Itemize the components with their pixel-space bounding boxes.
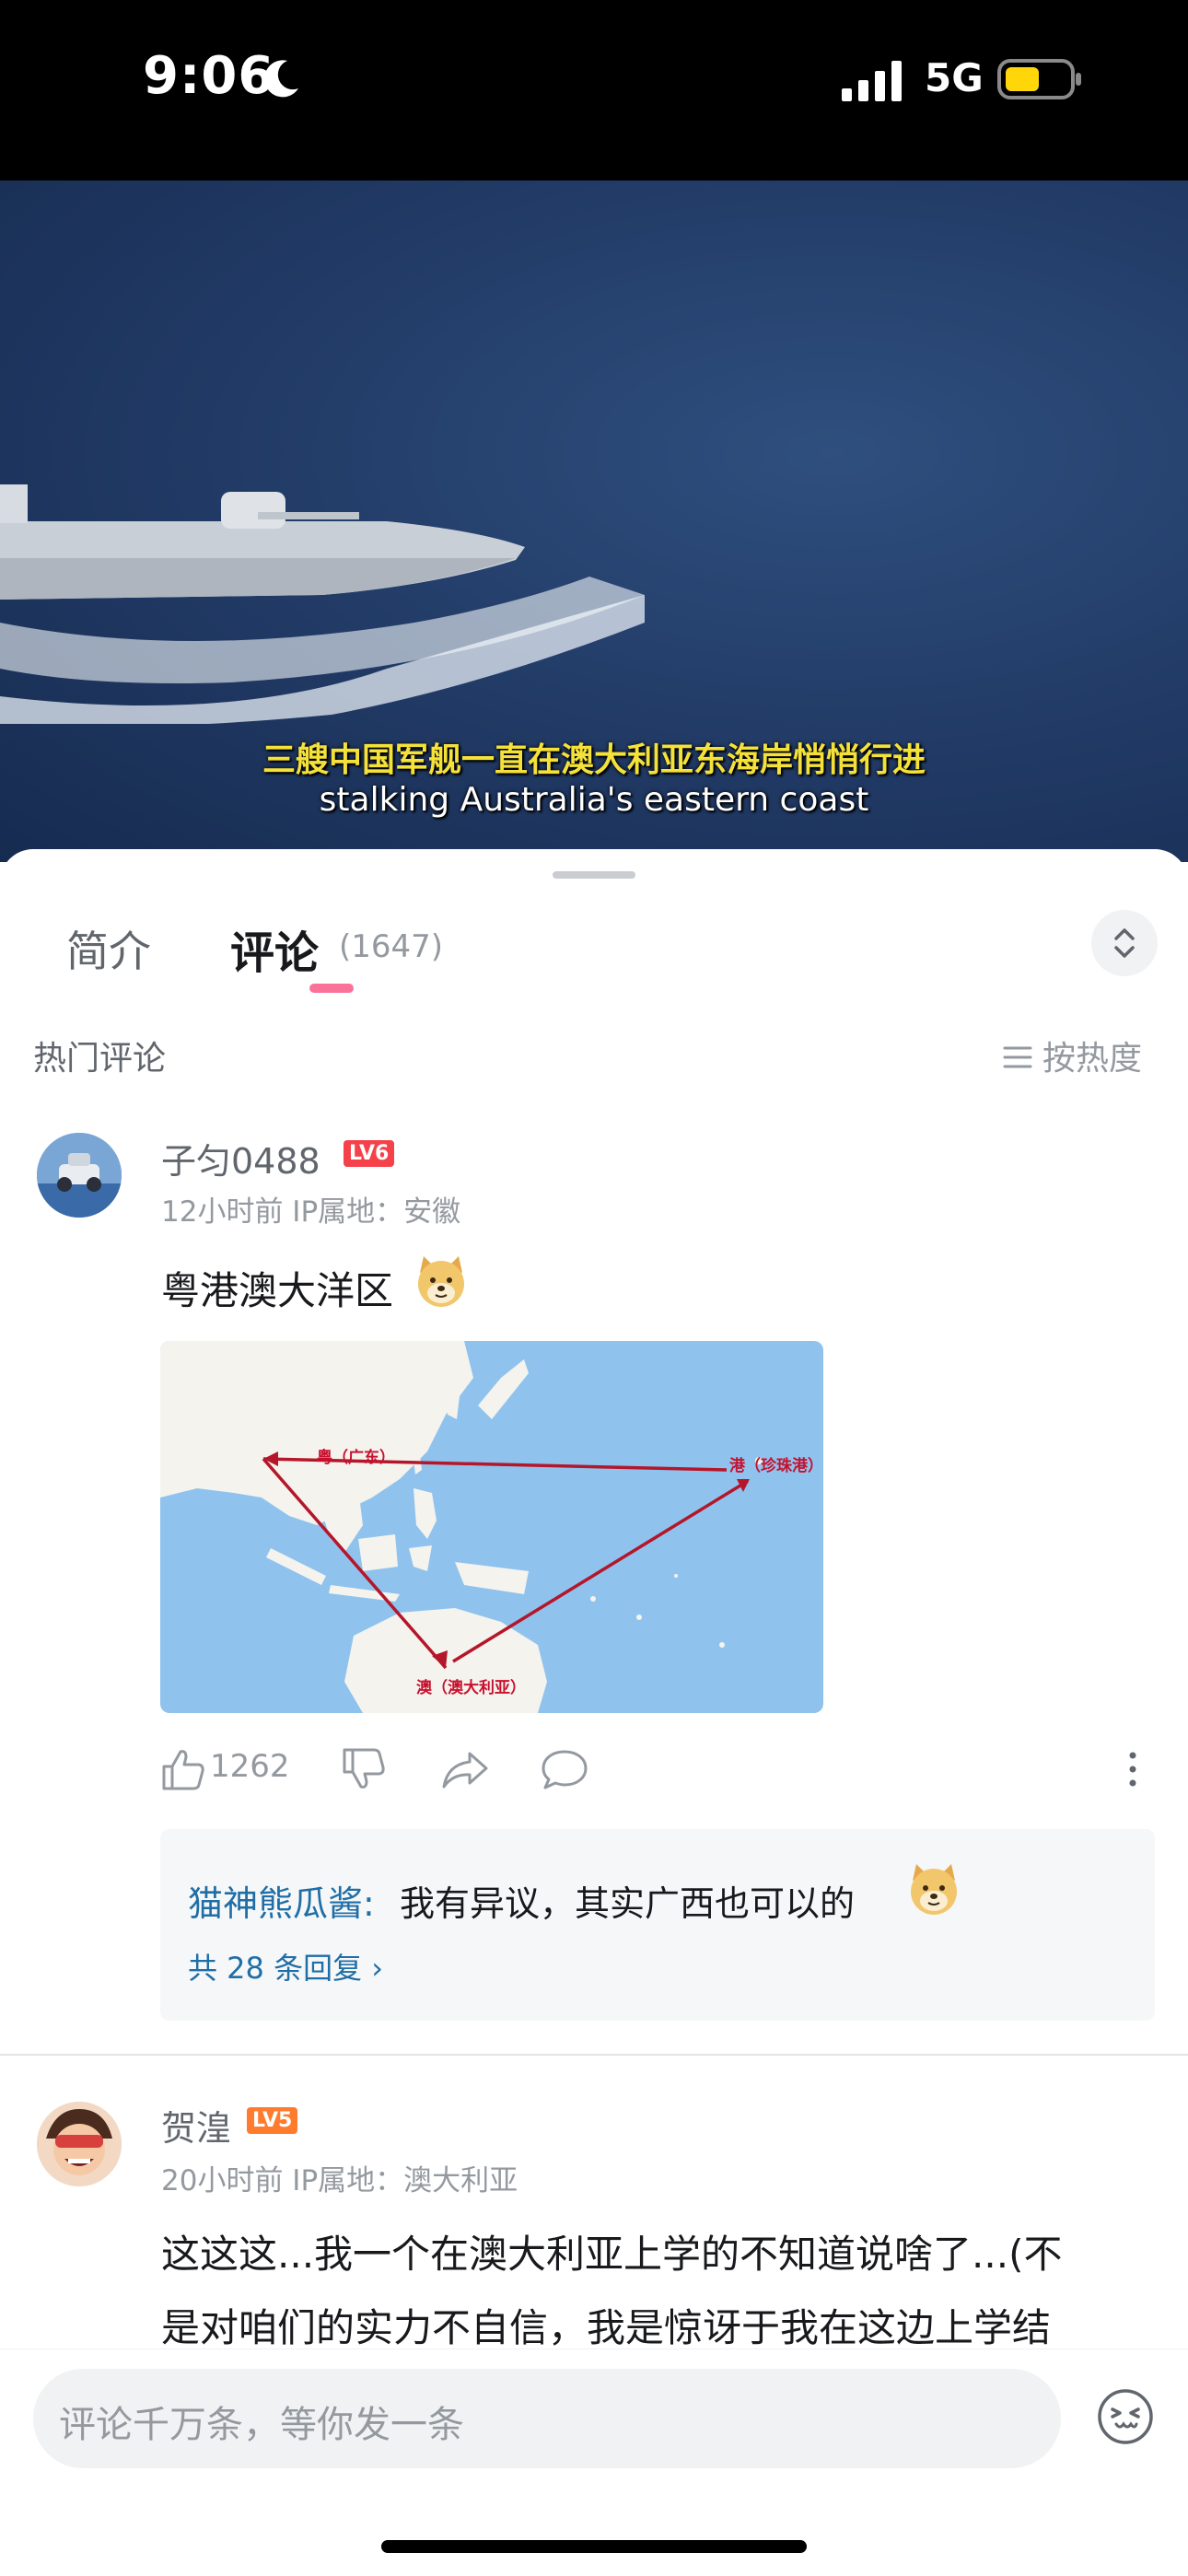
avatar[interactable] bbox=[37, 1133, 122, 1218]
view-replies-link[interactable]: 共 28 条回复 › bbox=[188, 1945, 383, 1987]
map-label-pearl-harbor: 港（珍珠港） bbox=[729, 1456, 823, 1475]
expand-collapse-button[interactable] bbox=[1091, 910, 1158, 976]
comment-image-map[interactable]: 粤（广东） 港（珍珠港） 澳（澳大利亚） bbox=[160, 1341, 823, 1713]
comment-text-line: 这这这...我一个在澳大利亚上学的不知道说啥了...(不 bbox=[161, 2232, 1063, 2277]
like-count: 1262 bbox=[210, 1748, 290, 1785]
level-badge: LV6 bbox=[344, 1140, 395, 1167]
moon-icon bbox=[264, 60, 298, 98]
comment-meta: 12小时前 IP属地：安徽 bbox=[161, 1195, 461, 1229]
chevron-updown-icon bbox=[1114, 928, 1135, 958]
signal-icon bbox=[842, 61, 902, 101]
battery-icon bbox=[997, 59, 1081, 99]
emoji-face-icon[interactable] bbox=[1096, 2387, 1155, 2446]
tab-active-indicator bbox=[309, 984, 354, 993]
share-icon[interactable] bbox=[440, 1746, 490, 1792]
status-time: 9:06 bbox=[143, 46, 275, 106]
list-icon bbox=[1002, 1042, 1033, 1073]
comment-input-placeholder[interactable]: 评论千万条，等你发一条 bbox=[59, 2395, 464, 2448]
sort-label: 按热度 bbox=[1042, 1040, 1143, 1078]
doge-emoji-icon bbox=[418, 1256, 464, 1307]
comment-count: (1647) bbox=[339, 928, 444, 965]
home-indicator[interactable] bbox=[381, 2540, 807, 2553]
network-type: 5G bbox=[925, 55, 984, 100]
subtitle-english: stalking Australia's eastern coast bbox=[319, 781, 869, 819]
reply-author[interactable]: 猫神熊瓜酱: bbox=[188, 1875, 375, 1926]
subtitle-chinese: 三艘中国军舰一直在澳大利亚东海岸悄悄行进 bbox=[262, 741, 926, 779]
comment-text-line: 是对咱们的实力不自信，我是惊讶于我在这边上学结 bbox=[161, 2305, 1052, 2350]
comment-username[interactable]: 贺湟 bbox=[161, 2100, 231, 2151]
comment-text: 粤港澳大洋区 bbox=[161, 1268, 394, 1313]
reply-text: 我有异议，其实广西也可以的 bbox=[400, 1883, 856, 1924]
video-player[interactable]: 三艘中国军舰一直在澳大利亚东海岸悄悄行进 stalking Australia'… bbox=[0, 181, 1188, 862]
tab-comments[interactable]: 评论 bbox=[230, 916, 319, 981]
comment-divider bbox=[0, 2054, 1188, 2056]
comment-bubble-icon[interactable] bbox=[540, 1746, 589, 1792]
sheet-drag-handle[interactable] bbox=[553, 871, 635, 879]
map-label-guangdong: 粤（广东） bbox=[317, 1448, 395, 1467]
warship-image bbox=[0, 484, 645, 724]
comment-meta: 20小时前 IP属地：澳大利亚 bbox=[161, 2164, 518, 2197]
sort-button[interactable]: 按热度 bbox=[1002, 1032, 1142, 1079]
map-label-australia: 澳（澳大利亚） bbox=[416, 1678, 526, 1697]
doge-emoji-icon bbox=[911, 1864, 957, 1915]
avatar[interactable] bbox=[37, 2102, 122, 2186]
tab-intro[interactable]: 简介 bbox=[66, 918, 151, 979]
comment-username[interactable]: 子匀0488 bbox=[161, 1133, 320, 1183]
more-options-icon[interactable] bbox=[1114, 1746, 1151, 1792]
thumbs-down-icon[interactable] bbox=[341, 1746, 387, 1792]
thumbs-up-icon[interactable] bbox=[160, 1746, 206, 1792]
level-badge: LV5 bbox=[247, 2107, 298, 2134]
section-title: 热门评论 bbox=[33, 1040, 167, 1078]
